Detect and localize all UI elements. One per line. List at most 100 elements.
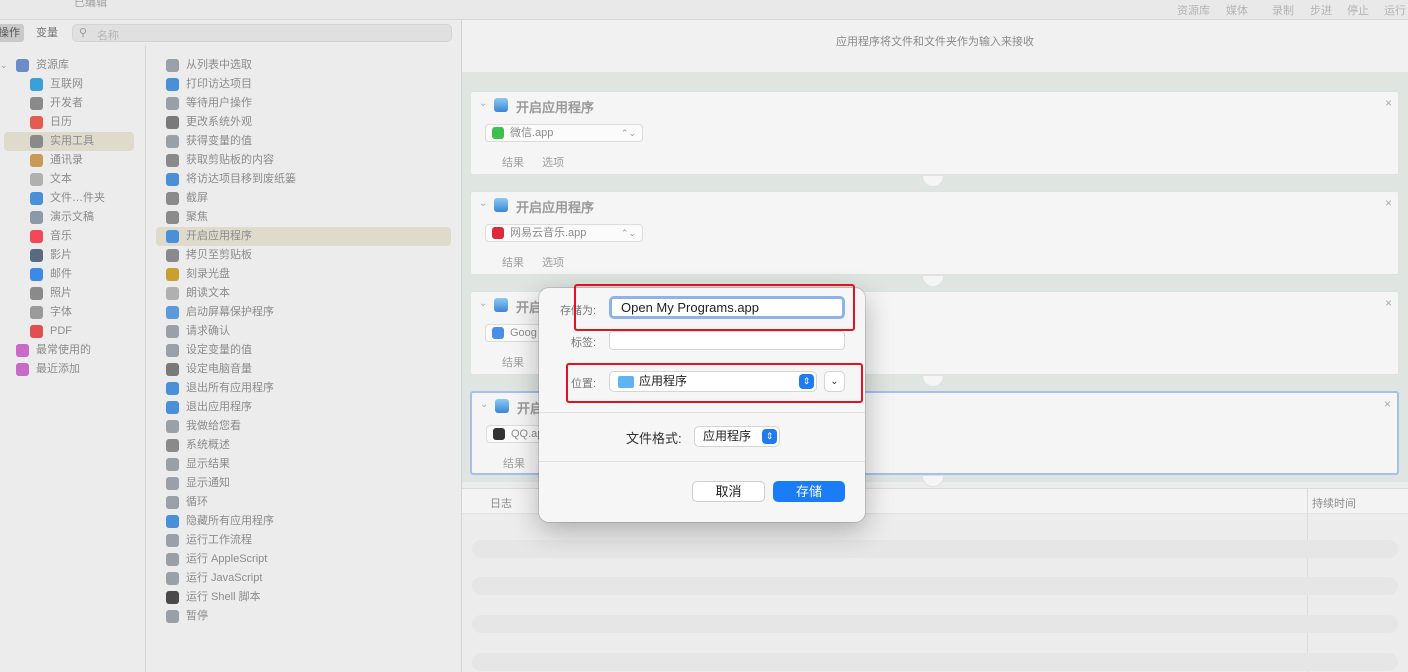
chevron-down-icon[interactable]: ⌄ xyxy=(479,298,487,309)
log-column-header[interactable]: 日志 xyxy=(490,495,512,511)
library-item-label: 照片 xyxy=(50,287,72,299)
library-item[interactable]: ⌄ 资源库 xyxy=(0,56,134,75)
action-item[interactable]: 聚焦 xyxy=(156,208,451,227)
stepper-icon: ⇕ xyxy=(762,429,777,444)
close-icon[interactable]: × xyxy=(1385,296,1392,310)
action-item-label: 请求确认 xyxy=(186,325,230,337)
action-item[interactable]: 将访达项目移到废纸篓 xyxy=(156,170,451,189)
action-item[interactable]: 更改系统外观 xyxy=(156,113,451,132)
library-item[interactable]: 文本 xyxy=(4,170,134,189)
action-item[interactable]: 朗读文本 xyxy=(156,284,451,303)
chevron-down-icon[interactable]: ⌄ xyxy=(480,399,488,410)
file-format-value: 应用程序 xyxy=(703,429,752,443)
action-item[interactable]: 打印访达项目 xyxy=(156,75,451,94)
action-item[interactable]: 暂停 xyxy=(156,607,451,626)
tab-variables[interactable]: 变量 xyxy=(32,24,62,42)
action-item[interactable]: 获得变量的值 xyxy=(156,132,451,151)
card-tab[interactable]: 结果 xyxy=(502,154,524,170)
save-button[interactable]: 存储 xyxy=(773,481,845,502)
action-item[interactable]: 拷贝至剪贴板 xyxy=(156,246,451,265)
library-item[interactable]: 影片 xyxy=(4,246,134,265)
action-item[interactable]: 启动屏幕保护程序 xyxy=(156,303,451,322)
library-item-label: 最近添加 xyxy=(36,363,80,375)
tags-field[interactable] xyxy=(609,331,845,350)
library-item[interactable]: 实用工具 xyxy=(4,132,134,151)
toolbar-run-button[interactable]: 运行 xyxy=(1384,2,1406,18)
action-item[interactable]: 开启应用程序 xyxy=(156,227,451,246)
library-item[interactable]: 音乐 xyxy=(4,227,134,246)
library-item-label: 日历 xyxy=(50,116,72,128)
action-item[interactable]: 退出应用程序 xyxy=(156,398,451,417)
library-item[interactable]: 互联网 xyxy=(4,75,134,94)
action-item[interactable]: 设定变量的值 xyxy=(156,341,451,360)
action-item[interactable]: 运行工作流程 xyxy=(156,531,451,550)
finder-icon xyxy=(166,401,179,414)
library-item[interactable]: 字体 xyxy=(4,303,134,322)
finder-icon xyxy=(30,192,43,205)
card-tab[interactable]: 选项 xyxy=(542,154,564,170)
chevron-down-icon[interactable]: ⌄ xyxy=(479,198,487,209)
automator-icon xyxy=(166,610,179,623)
action-item[interactable]: 循环 xyxy=(156,493,451,512)
toolbar-stop-button[interactable]: 停止 xyxy=(1347,2,1369,18)
library-item[interactable]: 通讯录 xyxy=(4,151,134,170)
card-tab[interactable]: 结果 xyxy=(503,455,525,471)
automator-icon xyxy=(166,325,179,338)
action-item[interactable]: 退出所有应用程序 xyxy=(156,379,451,398)
action-item[interactable]: 刻录光盘 xyxy=(156,265,451,284)
library-item[interactable]: 开发者 xyxy=(4,94,134,113)
toolbar-step-button[interactable]: 步进 xyxy=(1310,2,1332,18)
action-item[interactable]: 运行 JavaScript xyxy=(156,569,451,588)
action-item[interactable]: 运行 AppleScript xyxy=(156,550,451,569)
app-select[interactable]: 微信.app ⌃⌄ xyxy=(485,124,643,142)
close-icon[interactable]: × xyxy=(1385,196,1392,210)
search-field[interactable]: ⚲ 名称 xyxy=(72,24,452,42)
workflow-action-card[interactable]: ⌄ 开启应用程序 × 网易云音乐.app ⌃⌄ 结果 选项 xyxy=(470,191,1399,275)
action-item[interactable]: 请求确认 xyxy=(156,322,451,341)
action-item-label: 开启应用程序 xyxy=(186,230,252,242)
library-item[interactable]: 最近添加 xyxy=(4,360,134,379)
action-item[interactable]: 等待用户操作 xyxy=(156,94,451,113)
toolbar-media-button[interactable]: 媒体 xyxy=(1226,2,1248,18)
automator-icon xyxy=(166,420,179,433)
action-item[interactable]: 获取剪贴板的内容 xyxy=(156,151,451,170)
library-item[interactable]: 邮件 xyxy=(4,265,134,284)
action-item[interactable]: 设定电脑音量 xyxy=(156,360,451,379)
close-icon[interactable]: × xyxy=(1384,397,1391,411)
action-item[interactable]: 从列表中选取 xyxy=(156,56,451,75)
card-tab[interactable]: 选项 xyxy=(542,254,564,270)
action-item-label: 退出所有应用程序 xyxy=(186,382,274,394)
toolbar-record-button[interactable]: 录制 xyxy=(1272,2,1294,18)
toolbar-library-button[interactable]: 资源库 xyxy=(1177,2,1210,18)
tab-actions[interactable]: 操作 xyxy=(0,24,24,42)
card-tab[interactable]: 结果 xyxy=(502,354,524,370)
action-item[interactable]: 系统概述 xyxy=(156,436,451,455)
finder-icon xyxy=(166,78,179,91)
library-icon xyxy=(16,59,29,72)
cancel-button[interactable]: 取消 xyxy=(692,481,765,502)
file-format-select[interactable]: 应用程序 ⇕ xyxy=(694,426,780,447)
action-item[interactable]: 运行 Shell 脚本 xyxy=(156,588,451,607)
library-item[interactable]: 文件…件夹 xyxy=(4,189,134,208)
library-item[interactable]: 日历 xyxy=(4,113,134,132)
terminal-icon xyxy=(166,591,179,604)
chevron-down-icon[interactable]: ⌄ xyxy=(479,98,487,109)
workflow-action-card[interactable]: ⌄ 开启应用程序 × 微信.app ⌃⌄ 结果 选项 xyxy=(470,91,1399,175)
action-item-label: 等待用户操作 xyxy=(186,97,252,109)
action-item[interactable]: 隐藏所有应用程序 xyxy=(156,512,451,531)
library-item[interactable]: PDF xyxy=(4,322,134,341)
library-item[interactable]: 演示文稿 xyxy=(4,208,134,227)
library-item-label: 通讯录 xyxy=(50,154,83,166)
card-tab[interactable]: 结果 xyxy=(502,254,524,270)
library-item[interactable]: 照片 xyxy=(4,284,134,303)
close-icon[interactable]: × xyxy=(1385,96,1392,110)
action-item[interactable]: 我做给您看 xyxy=(156,417,451,436)
action-item[interactable]: 显示通知 xyxy=(156,474,451,493)
app-select[interactable]: 网易云音乐.app ⌃⌄ xyxy=(485,224,643,242)
library-item[interactable]: 最常使用的 xyxy=(4,341,134,360)
finder-icon xyxy=(495,399,509,413)
action-item[interactable]: 显示结果 xyxy=(156,455,451,474)
disclosure-icon[interactable]: ⌄ xyxy=(0,56,8,75)
duration-column-header[interactable]: 持续时间 xyxy=(1312,495,1356,511)
action-item[interactable]: 截屏 xyxy=(156,189,451,208)
